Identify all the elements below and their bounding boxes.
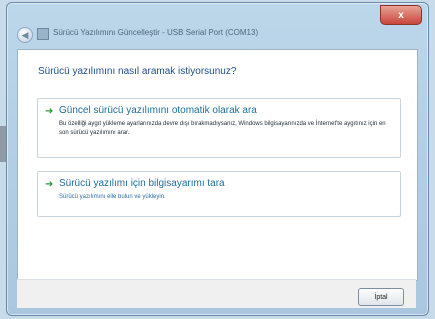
option-description: Bu özelliği aygıt yükleme ayarlarınızda … bbox=[59, 121, 386, 136]
dialog-window: ◀ Sürücü Yazılımını Güncelleştir - USB S… bbox=[6, 2, 429, 316]
device-icon bbox=[37, 28, 49, 40]
back-arrow-icon[interactable]: ◀ bbox=[17, 27, 33, 43]
option-description: Sürücü yazılımını elle bulun ve yükleyin… bbox=[59, 194, 166, 200]
title-bar: ◀ Sürücü Yazılımını Güncelleştir - USB S… bbox=[7, 3, 428, 55]
dialog-footer: İptal bbox=[17, 279, 416, 308]
window-title: Sürücü Yazılımını Güncelleştir - USB Ser… bbox=[53, 28, 259, 37]
close-button[interactable]: x bbox=[380, 5, 422, 25]
option-search-automatically[interactable]: ➜ Güncel sürücü yazılımını otomatik olar… bbox=[37, 98, 401, 158]
option-browse-computer[interactable]: ➜ Sürücü yazılımı için bilgisayarımı tar… bbox=[37, 171, 401, 217]
green-arrow-icon: ➜ bbox=[45, 179, 54, 190]
green-arrow-icon: ➜ bbox=[45, 106, 54, 117]
option-title: Güncel sürücü yazılımını otomatik olarak… bbox=[59, 105, 257, 116]
page-question: Sürücü yazılımını nasıl aramak istiyorsu… bbox=[38, 66, 237, 77]
option-title: Sürücü yazılımı için bilgisayarımı tara bbox=[59, 178, 225, 189]
cancel-button[interactable]: İptal bbox=[358, 288, 404, 306]
main-content: Sürücü yazılımını nasıl aramak istiyorsu… bbox=[17, 49, 418, 281]
